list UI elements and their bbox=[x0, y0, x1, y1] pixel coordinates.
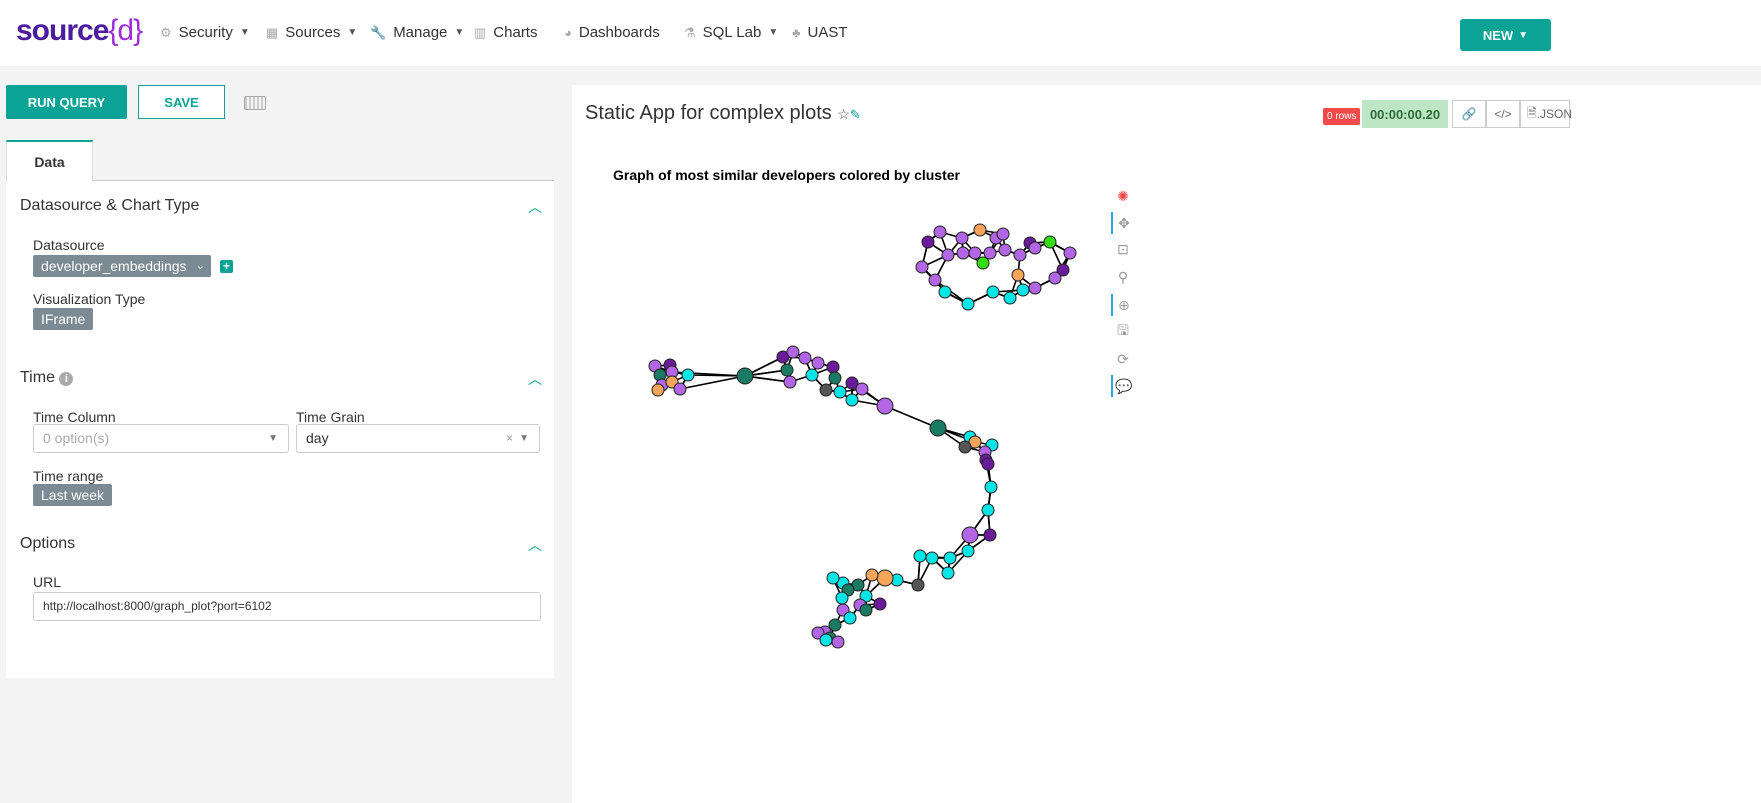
graph-node[interactable] bbox=[805, 368, 819, 382]
graph-node[interactable] bbox=[1028, 241, 1042, 255]
graph-node[interactable] bbox=[798, 351, 812, 365]
graph-node[interactable] bbox=[998, 243, 1012, 257]
tab-data[interactable]: Data bbox=[6, 140, 93, 182]
graph-node[interactable] bbox=[955, 231, 969, 245]
graph-node[interactable] bbox=[1048, 271, 1062, 285]
graph-node[interactable] bbox=[983, 528, 997, 542]
graph-node[interactable] bbox=[826, 360, 840, 374]
graph-node[interactable] bbox=[876, 569, 894, 587]
graph-node[interactable] bbox=[819, 633, 833, 647]
graph-node[interactable] bbox=[941, 566, 955, 580]
graph-node[interactable] bbox=[925, 551, 939, 565]
graph-node[interactable] bbox=[865, 568, 879, 582]
graph-node[interactable] bbox=[855, 382, 869, 396]
graph-node[interactable] bbox=[826, 571, 840, 585]
graph-node[interactable] bbox=[1013, 248, 1027, 262]
graph-node[interactable] bbox=[681, 368, 695, 382]
graph-node[interactable] bbox=[1028, 281, 1042, 295]
graph-node[interactable] bbox=[921, 235, 935, 249]
graph-node[interactable] bbox=[811, 356, 825, 370]
graph-node[interactable] bbox=[973, 223, 987, 237]
graph-node[interactable] bbox=[961, 526, 979, 544]
graph-node[interactable] bbox=[913, 549, 927, 563]
graph-node[interactable] bbox=[819, 383, 833, 397]
graph-node[interactable] bbox=[1011, 268, 1025, 282]
graph-node[interactable] bbox=[943, 551, 957, 565]
graph-node[interactable] bbox=[833, 385, 847, 399]
graph-node[interactable] bbox=[831, 635, 845, 649]
graph-node[interactable] bbox=[859, 603, 873, 617]
graph-node[interactable] bbox=[986, 285, 1000, 299]
graph-node[interactable] bbox=[961, 297, 975, 311]
graph-node[interactable] bbox=[828, 371, 842, 385]
graph-node[interactable] bbox=[981, 457, 995, 471]
graph-node[interactable] bbox=[1063, 246, 1077, 260]
graph-node[interactable] bbox=[915, 260, 929, 274]
graph-node[interactable] bbox=[736, 367, 754, 385]
graph-node[interactable] bbox=[933, 225, 947, 239]
graph-plot[interactable] bbox=[0, 0, 1761, 803]
graph-edge bbox=[884, 405, 939, 429]
graph-node[interactable] bbox=[996, 227, 1010, 241]
graph-node[interactable] bbox=[835, 591, 849, 605]
graph-node[interactable] bbox=[786, 345, 800, 359]
graph-node[interactable] bbox=[780, 363, 794, 377]
graph-node[interactable] bbox=[1043, 235, 1057, 249]
graph-node[interactable] bbox=[981, 503, 995, 517]
graph-node[interactable] bbox=[938, 285, 952, 299]
graph-node[interactable] bbox=[1016, 283, 1030, 297]
graph-node[interactable] bbox=[651, 383, 665, 397]
graph-node[interactable] bbox=[976, 256, 990, 270]
graph-node[interactable] bbox=[873, 597, 887, 611]
graph-node[interactable] bbox=[673, 382, 687, 396]
graph-node[interactable] bbox=[956, 246, 970, 260]
graph-node[interactable] bbox=[941, 248, 955, 262]
graph-node[interactable] bbox=[845, 393, 859, 407]
graph-node[interactable] bbox=[929, 419, 947, 437]
graph-node[interactable] bbox=[1003, 291, 1017, 305]
graph-node[interactable] bbox=[876, 397, 894, 415]
graph-node[interactable] bbox=[843, 611, 857, 625]
graph-node[interactable] bbox=[961, 544, 975, 558]
graph-node[interactable] bbox=[783, 375, 797, 389]
graph-node[interactable] bbox=[958, 440, 972, 454]
graph-node[interactable] bbox=[968, 246, 982, 260]
graph-node[interactable] bbox=[984, 480, 998, 494]
graph-node[interactable] bbox=[911, 578, 925, 592]
graph-node[interactable] bbox=[928, 273, 942, 287]
